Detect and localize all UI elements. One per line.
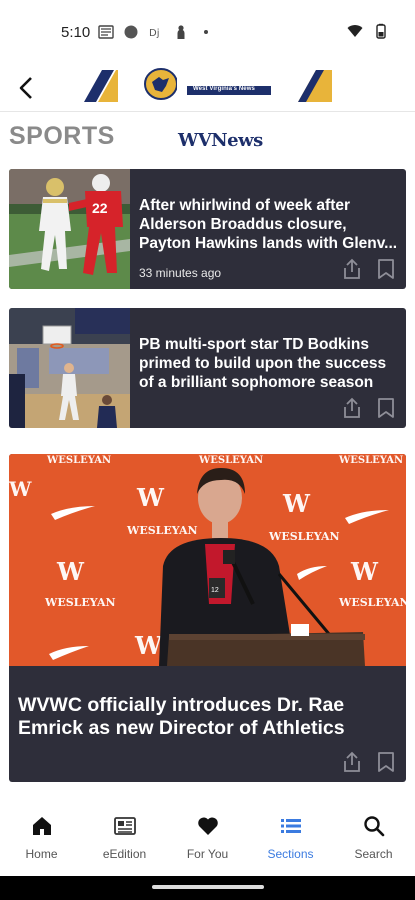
article-title-line: primed to build upon the success <box>139 355 387 372</box>
svg-text:WESLEYAN: WESLEYAN <box>268 530 340 543</box>
bottom-nav: Home eEdition For You Sections Search <box>0 800 415 876</box>
svg-text:W: W <box>134 631 163 660</box>
status-icons-right <box>347 23 389 39</box>
svg-text:WESLEYAN: WESLEYAN <box>46 455 111 466</box>
battery-icon <box>376 23 386 39</box>
svg-text:22: 22 <box>92 200 108 216</box>
article-card[interactable]: PB multi-sport star TD Bodkins primed to… <box>9 308 406 428</box>
svg-text:WESLEYAN: WESLEYAN <box>198 455 263 466</box>
bookmark-icon[interactable] <box>376 258 396 280</box>
article-title-line: of a brilliant sophomore season <box>139 374 374 391</box>
nav-label: eEdition <box>102 847 147 861</box>
nav-item-search[interactable]: Search <box>332 800 415 876</box>
article-title[interactable]: PB multi-sport star TD Bodkins primed to… <box>139 335 405 392</box>
nav-item-eedition[interactable]: eEdition <box>83 800 166 876</box>
back-arrow-icon <box>19 77 32 99</box>
svg-text:W: W <box>350 557 379 586</box>
nav-label: For You <box>186 847 229 861</box>
article-time: 33 minutes ago <box>139 266 222 280</box>
circle-icon <box>124 25 138 39</box>
share-icon[interactable] <box>342 397 362 419</box>
heart-icon <box>198 817 218 835</box>
article-title-line: Alderson Broaddus closure, <box>139 216 347 233</box>
bookmark-icon[interactable] <box>376 751 396 773</box>
home-gesture-handle[interactable] <box>152 885 264 889</box>
svg-text:WESLEYAN: WESLEYAN <box>338 455 403 466</box>
svg-text:WESLEYAN: WESLEYAN <box>44 596 116 609</box>
list-icon <box>281 819 301 833</box>
status-icons-left: Dj <box>98 24 214 40</box>
article-title-line: Emrick as new Director of Athletics <box>18 717 345 739</box>
nav-label: Search <box>354 847 393 861</box>
article-thumbnail <box>9 308 130 428</box>
article-title[interactable]: After whirlwind of week after Alderson B… <box>139 196 405 253</box>
status-bar: 5:10 Dj <box>0 0 415 64</box>
article-thumbnail: 22 <box>9 169 130 289</box>
newspaper-icon <box>114 817 136 835</box>
wifi-icon <box>347 25 363 37</box>
svg-text:Dj: Dj <box>149 28 159 39</box>
svg-text:W: W <box>56 557 85 586</box>
svg-text:W: W <box>9 477 32 501</box>
share-icon[interactable] <box>342 751 362 773</box>
share-icon[interactable] <box>342 258 362 280</box>
status-time: 5:10 <box>61 24 91 41</box>
logo-subtext: West Virginia's News <box>193 86 255 92</box>
article-title-line: PB multi-sport star TD Bodkins <box>139 336 369 353</box>
article-title-line: WVWC officially introduces Dr. Rae <box>18 694 345 716</box>
section-title: SPORTS <box>9 122 115 150</box>
search-icon <box>364 816 385 837</box>
person-icon <box>177 25 185 39</box>
dot-icon <box>204 30 208 34</box>
logo-text: WVNews <box>178 130 263 151</box>
article-actions <box>342 751 396 773</box>
article-actions <box>342 258 396 280</box>
gesture-bar <box>0 876 415 900</box>
bookmark-icon[interactable] <box>376 397 396 419</box>
svg-text:W: W <box>136 483 165 512</box>
article-title-line: After whirlwind of week after <box>139 197 351 214</box>
svg-text:W: W <box>282 489 311 518</box>
svg-text:WESLEYAN: WESLEYAN <box>338 596 406 609</box>
article-title[interactable]: WVWC officially introduces Dr. Rae Emric… <box>18 694 398 740</box>
nav-item-for-you[interactable]: For You <box>166 800 249 876</box>
back-button[interactable] <box>12 70 40 106</box>
featured-article-image: WESLEYAN WESLEYAN WESLEYAN W WESLEYAN W … <box>9 454 406 666</box>
article-actions <box>342 397 396 419</box>
nav-item-home[interactable]: Home <box>0 800 83 876</box>
home-icon <box>33 817 51 835</box>
nav-item-sections[interactable]: Sections <box>249 800 332 876</box>
nav-label: Sections <box>267 847 314 861</box>
dj-icon: Dj <box>149 28 159 39</box>
featured-article-card[interactable]: WESLEYAN WESLEYAN WESLEYAN W WESLEYAN W … <box>9 454 406 782</box>
svg-text:WESLEYAN: WESLEYAN <box>126 524 198 537</box>
svg-text:12: 12 <box>211 587 219 594</box>
nav-label: Home <box>25 847 58 861</box>
article-title-line: Payton Hawkins lands with Glenv... <box>139 235 398 252</box>
news-icon <box>98 25 114 39</box>
article-card[interactable]: 22 After whirlwind of week after Alderso… <box>9 169 406 289</box>
